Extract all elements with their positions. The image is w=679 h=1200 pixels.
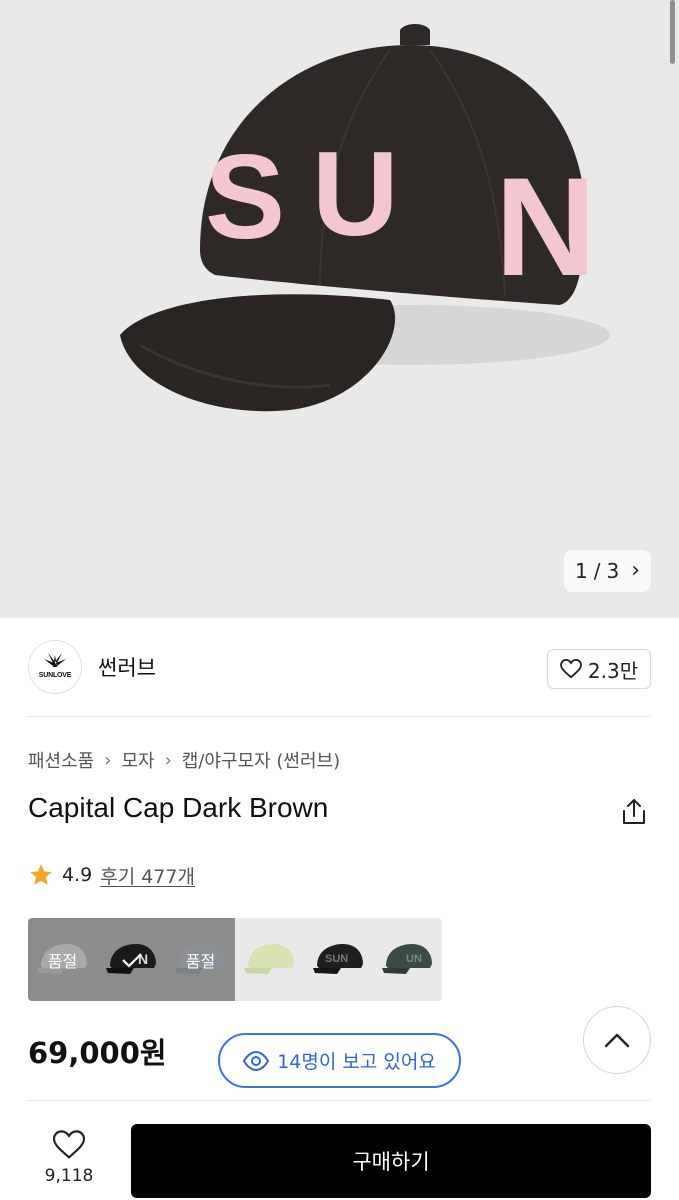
brand-logo[interactable]: SUNLOVE bbox=[28, 640, 82, 694]
eye-icon bbox=[243, 1050, 270, 1071]
product-image-carousel[interactable]: S U N 1 / 3 › bbox=[0, 0, 679, 618]
pager-current: 1 bbox=[574, 559, 588, 583]
color-variant-list: 품절 N 품절 SUN UN bbox=[28, 918, 442, 1001]
share-icon bbox=[623, 799, 645, 824]
pager-separator: / bbox=[593, 559, 601, 583]
share-button[interactable] bbox=[618, 796, 650, 828]
brand-like-button[interactable]: 2.3만 bbox=[547, 649, 651, 689]
chevron-right-icon[interactable]: › bbox=[631, 560, 640, 582]
scroll-top-button[interactable] bbox=[583, 1006, 651, 1074]
svg-text:U: U bbox=[312, 127, 399, 261]
image-pager[interactable]: 1 / 3 › bbox=[564, 550, 651, 592]
svg-text:N: N bbox=[495, 148, 596, 305]
svg-text:SUN: SUN bbox=[325, 953, 348, 965]
product-image: S U N bbox=[120, 24, 610, 412]
brand-row: SUNLOVE 썬러브 2.3만 bbox=[28, 640, 651, 694]
svg-text:UN: UN bbox=[406, 953, 422, 965]
rating-score: 4.9 bbox=[62, 864, 93, 886]
reviews-link[interactable]: 후기 477개 bbox=[100, 862, 195, 889]
cap-thumbnail bbox=[243, 943, 294, 974]
viewers-badge: 14명이 보고 있어요 bbox=[218, 1033, 461, 1088]
chevron-up-icon bbox=[604, 1033, 630, 1048]
brand-name[interactable]: 썬러브 bbox=[98, 652, 156, 682]
variant-thumbnail[interactable]: SUN bbox=[304, 918, 373, 1001]
buy-button[interactable]: 구매하기 bbox=[131, 1124, 651, 1198]
checkmark-icon bbox=[97, 918, 166, 1001]
soldout-badge: 품절 bbox=[47, 951, 78, 971]
viewers-text: 14명이 보고 있어요 bbox=[277, 1051, 436, 1073]
product-price: 69,000원 bbox=[28, 1036, 167, 1070]
rating-row: 4.9 후기 477개 bbox=[28, 860, 195, 890]
variant-thumbnail[interactable]: 품절 bbox=[28, 918, 97, 1001]
svg-text:S: S bbox=[205, 130, 285, 264]
heart-icon bbox=[559, 659, 582, 679]
variant-thumbnail[interactable]: 품절 bbox=[166, 918, 235, 1001]
breadcrumb: 패션소품 › 모자 › 캡/야구모자 (썬러브) bbox=[28, 746, 340, 774]
wishlist-button[interactable]: 9,118 bbox=[28, 1122, 110, 1194]
soldout-badge: 품절 bbox=[185, 951, 216, 971]
variant-thumbnail[interactable] bbox=[235, 918, 304, 1001]
divider bbox=[28, 1100, 651, 1101]
product-title: Capital Cap Dark Brown bbox=[28, 792, 329, 823]
heart-icon bbox=[52, 1130, 86, 1159]
sun-icon bbox=[44, 653, 66, 667]
divider bbox=[28, 716, 651, 717]
brand-like-count: 2.3만 bbox=[587, 658, 639, 683]
wishlist-count: 9,118 bbox=[44, 1166, 94, 1186]
variant-thumbnail[interactable]: UN bbox=[373, 918, 442, 1001]
breadcrumb-item[interactable]: 모자 bbox=[121, 747, 154, 773]
chevron-right-icon: › bbox=[164, 749, 172, 771]
variant-thumbnail-selected[interactable]: N bbox=[97, 918, 166, 1001]
scrollbar[interactable] bbox=[670, 0, 675, 64]
cap-thumbnail: UN bbox=[381, 943, 432, 974]
cap-thumbnail: SUN bbox=[312, 943, 363, 974]
breadcrumb-item[interactable]: 캡/야구모자 (썬러브) bbox=[182, 747, 340, 773]
brand-logo-text: SUNLOVE bbox=[38, 672, 72, 679]
breadcrumb-item[interactable]: 패션소품 bbox=[28, 747, 94, 773]
chevron-right-icon: › bbox=[104, 749, 112, 771]
star-icon bbox=[30, 864, 52, 885]
pager-total: 3 bbox=[606, 559, 620, 583]
